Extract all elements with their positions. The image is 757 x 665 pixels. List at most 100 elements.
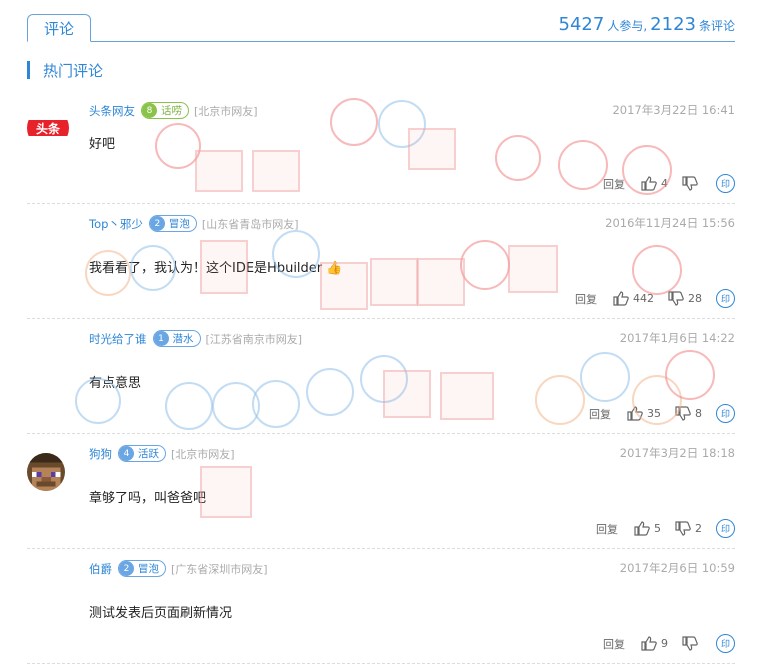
- comment-meta: Top丶邪少 2 冒泡 [山东省青岛市网友]: [89, 215, 299, 232]
- thumbs-up-icon: [641, 176, 657, 191]
- section-marker: [27, 61, 30, 79]
- comment-actions: 回复 4 印: [603, 174, 735, 193]
- share-icon[interactable]: 印: [716, 404, 735, 423]
- share-icon[interactable]: 印: [716, 174, 735, 193]
- dislike-button[interactable]: 8: [675, 406, 702, 421]
- badge-label: 话唠: [161, 105, 182, 117]
- level-icon: 1: [153, 331, 169, 346]
- participant-suffix: 人参与,: [607, 19, 648, 33]
- dislike-count: 28: [688, 292, 702, 305]
- comment-actions: 回复 35 8 印: [589, 404, 735, 423]
- comment-time: 2017年2月6日 10:59: [619, 561, 735, 575]
- svg-text:头条: 头条: [36, 121, 61, 136]
- comment-text: 有点意思: [89, 376, 142, 391]
- comment-text: 好吧: [89, 137, 116, 152]
- like-count: 4: [661, 177, 668, 190]
- like-count: 9: [661, 637, 668, 650]
- badge-label: 潜水: [172, 333, 194, 345]
- user-location: [北京市网友]: [194, 104, 258, 118]
- section-header: 热门评论: [27, 60, 103, 80]
- like-count: 35: [647, 407, 661, 420]
- like-button[interactable]: 5: [634, 521, 661, 536]
- share-icon[interactable]: 印: [716, 634, 735, 653]
- tab-underline: [27, 41, 735, 42]
- reply-button[interactable]: 回复: [603, 176, 625, 192]
- comment-item: Top丶邪少 2 冒泡 [山东省青岛市网友] 2016年11月24日 15:56…: [27, 205, 735, 319]
- username[interactable]: 狗狗: [89, 446, 112, 462]
- dislike-button[interactable]: 2: [675, 521, 702, 536]
- like-button[interactable]: 35: [627, 406, 661, 421]
- username[interactable]: 伯爵: [89, 561, 112, 577]
- level-icon: 2: [119, 561, 134, 576]
- thumbs-up-icon: [613, 291, 629, 306]
- comment-item: 伯爵 2 冒泡 [广东省深圳市网友] 2017年2月6日 10:59 测试发表后…: [27, 550, 735, 664]
- level-icon: 2: [149, 216, 165, 231]
- comment-item: 头条 头条网友 8 话唠 [北京市网友] 2017年3月22日 16:41 好吧…: [27, 92, 735, 204]
- badge-label: 冒泡: [168, 218, 190, 230]
- like-button[interactable]: 4: [641, 176, 668, 191]
- dislike-button[interactable]: [682, 636, 702, 651]
- tab-comments[interactable]: 评论: [27, 14, 91, 42]
- comment-actions: 回复 5 2 印: [596, 519, 735, 538]
- user-location: [江苏省南京市网友]: [205, 332, 303, 346]
- thumbs-down-icon: [675, 521, 691, 536]
- reply-button[interactable]: 回复: [603, 636, 625, 652]
- comment-time: 2017年1月6日 14:22: [619, 331, 735, 345]
- avatar[interactable]: [27, 453, 65, 491]
- user-badge: 8 话唠: [141, 102, 189, 119]
- username[interactable]: 头条网友: [89, 103, 135, 119]
- reply-button[interactable]: 回复: [575, 291, 597, 307]
- comment-suffix: 条评论: [698, 19, 735, 33]
- comment-meta: 时光给了谁 1 潜水 [江苏省南京市网友]: [89, 330, 302, 347]
- user-badge: 2 冒泡: [118, 560, 166, 577]
- comment-actions: 回复 9 印: [603, 634, 735, 653]
- like-count: 5: [654, 522, 661, 535]
- comment-time: 2017年3月2日 18:18: [619, 446, 735, 460]
- share-icon[interactable]: 印: [716, 519, 735, 538]
- like-button[interactable]: 442: [613, 291, 654, 306]
- dislike-count: 8: [695, 407, 702, 420]
- reply-button[interactable]: 回复: [589, 406, 611, 422]
- thumbs-up-icon: [634, 521, 650, 536]
- comment-text-content: 我看看了，我认为！这个IDE是Hbuilder: [89, 261, 323, 276]
- thumbs-up-emoji-icon: 👍: [326, 261, 343, 276]
- comment-meta: 伯爵 2 冒泡 [广东省深圳市网友]: [89, 560, 268, 577]
- like-button[interactable]: 9: [641, 636, 668, 651]
- comment-count: 2123: [650, 14, 696, 35]
- thumbs-up-icon: [641, 636, 657, 651]
- dislike-count: 2: [695, 522, 702, 535]
- comment-stats: 5427 人参与, 2123 条评论: [559, 14, 735, 35]
- comment-text: 我看看了，我认为！这个IDE是Hbuilder 👍: [89, 257, 342, 276]
- like-count: 442: [633, 292, 654, 305]
- reply-button[interactable]: 回复: [596, 521, 618, 537]
- comment-time: 2017年3月22日 16:41: [612, 103, 735, 117]
- badge-label: 活跃: [138, 448, 159, 460]
- user-location: [北京市网友]: [171, 447, 235, 461]
- thumbs-down-icon: [675, 406, 691, 421]
- comment-text: 测试发表后页面刷新情况: [89, 606, 233, 621]
- comment-time: 2016年11月24日 15:56: [605, 216, 735, 230]
- dislike-button[interactable]: [682, 176, 702, 191]
- user-location: [广东省深圳市网友]: [171, 562, 268, 576]
- user-badge: 1 潜水: [152, 330, 201, 347]
- badge-label: 冒泡: [138, 563, 159, 575]
- comment-actions: 回复 442 28 印: [575, 289, 735, 308]
- user-badge: 4 活跃: [118, 445, 166, 462]
- section-title: 热门评论: [43, 61, 104, 80]
- username[interactable]: 时光给了谁: [89, 331, 147, 347]
- thumbs-down-icon: [668, 291, 684, 306]
- level-icon: 4: [119, 446, 134, 461]
- comment-item: 狗狗 4 活跃 [北京市网友] 2017年3月2日 18:18 章够了吗，叫爸爸…: [27, 435, 735, 549]
- comment-item: 时光给了谁 1 潜水 [江苏省南京市网友] 2017年1月6日 14:22 有点…: [27, 320, 735, 434]
- comment-meta: 头条网友 8 话唠 [北京市网友]: [89, 102, 258, 119]
- user-location: [山东省青岛市网友]: [201, 217, 299, 231]
- username[interactable]: Top丶邪少: [89, 216, 143, 232]
- avatar[interactable]: 头条: [27, 107, 69, 149]
- share-icon[interactable]: 印: [716, 289, 735, 308]
- comment-text: 章够了吗，叫爸爸吧: [89, 491, 207, 506]
- thumbs-down-icon: [682, 176, 698, 191]
- comment-meta: 狗狗 4 活跃 [北京市网友]: [89, 445, 235, 462]
- thumbs-down-icon: [682, 636, 698, 651]
- dislike-button[interactable]: 28: [668, 291, 702, 306]
- participant-count: 5427: [558, 14, 605, 35]
